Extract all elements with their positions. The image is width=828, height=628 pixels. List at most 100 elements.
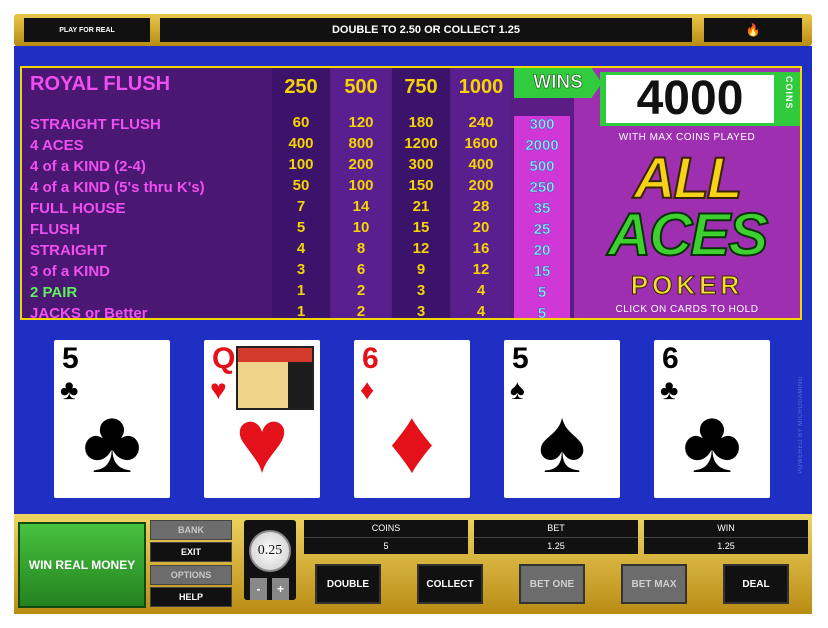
- coin-value-chip[interactable]: 0.25: [249, 530, 291, 572]
- wins-display: 4000 COINS: [600, 72, 800, 126]
- logo-poker: POKER: [630, 270, 744, 301]
- options-button[interactable]: OPTIONS: [150, 565, 232, 585]
- max-coins-label: WITH MAX COINS PLAYED: [618, 132, 756, 143]
- win-value: 15: [533, 263, 551, 280]
- payout-value: 50: [292, 177, 310, 194]
- card-rank: 6: [662, 342, 679, 375]
- card-rank: 5: [62, 342, 79, 375]
- card-rank: Q: [212, 342, 236, 375]
- payout-value: 4: [296, 240, 306, 257]
- bet-max-button[interactable]: BET MAX: [621, 564, 687, 604]
- win-value: 35: [533, 200, 551, 217]
- payout-value: 8: [356, 240, 366, 257]
- payout-value: 100: [288, 156, 314, 173]
- bank-button[interactable]: BANK: [150, 520, 232, 540]
- payout-value: 10: [352, 219, 370, 236]
- playing-card[interactable]: 5 ♣ ♣: [54, 340, 170, 498]
- bet-one-button[interactable]: BET ONE: [519, 564, 585, 604]
- exit-button[interactable]: EXIT: [150, 542, 232, 562]
- payout-value: 2: [356, 282, 366, 299]
- hand-name: 4 of a KIND (5's thru K's): [30, 179, 205, 196]
- payout-value: 28: [472, 198, 490, 215]
- win-value: 1.25: [644, 537, 808, 555]
- double-button[interactable]: DOUBLE: [315, 564, 381, 604]
- game-message: DOUBLE TO 2.50 OR COLLECT 1.25: [160, 18, 692, 42]
- paytable-hand-names: ROYAL FLUSH STRAIGHT FLUSH 4 ACES 4 of a KI…: [22, 68, 272, 318]
- coins-meter: COINS 5: [304, 520, 468, 554]
- payout-value: 200: [348, 156, 374, 173]
- flame-icon[interactable]: 🔥: [704, 18, 802, 42]
- payout-value: 2: [356, 303, 366, 320]
- hand-name: FLUSH: [30, 221, 80, 238]
- hand-name: 3 of a KIND: [30, 263, 111, 280]
- payout-value: 60: [292, 114, 310, 131]
- payout-value: 1: [296, 282, 306, 299]
- payout-value: 1600: [464, 135, 498, 152]
- coin-increase-button[interactable]: +: [272, 578, 289, 600]
- payout-value: 15: [412, 219, 430, 236]
- hand-name: ROYAL FLUSH: [30, 73, 171, 95]
- win-value: 250: [529, 179, 555, 196]
- win-value: 5: [537, 305, 547, 320]
- play-for-real-button[interactable]: PLAY FOR REAL: [24, 18, 150, 42]
- card-suit-large: ♥: [235, 392, 289, 492]
- payout-value: 750: [404, 76, 438, 98]
- playing-card[interactable]: 6 ♦ ♦: [354, 340, 470, 498]
- payout-value: 14: [352, 198, 370, 215]
- payout-value: 7: [296, 198, 306, 215]
- payout-value: 200: [468, 177, 494, 194]
- win-label: WIN: [717, 523, 735, 533]
- credit-text: POWERED BY MICROGAMING: [798, 376, 804, 474]
- payout-value: 20: [472, 219, 490, 236]
- game-field: ROYAL FLUSH STRAIGHT FLUSH 4 ACES 4 of a KI…: [14, 46, 812, 514]
- playing-card[interactable]: 6 ♣ ♣: [654, 340, 770, 498]
- card-suit-large: ♠: [538, 392, 586, 492]
- win-value: 500: [529, 158, 555, 175]
- payout-value: 1000: [458, 76, 504, 98]
- payout-value: 180: [408, 114, 434, 131]
- payout-value: 100: [348, 177, 374, 194]
- payout-value: 5: [296, 219, 306, 236]
- hand-name: STRAIGHT FLUSH: [30, 116, 161, 133]
- collect-button[interactable]: COLLECT: [417, 564, 483, 604]
- playing-card[interactable]: 5 ♠ ♠: [504, 340, 620, 498]
- payout-value: 300: [408, 156, 434, 173]
- deal-button[interactable]: DEAL: [723, 564, 789, 604]
- card-suit-large: ♣: [82, 392, 142, 492]
- payout-value: 800: [348, 135, 374, 152]
- control-panel: WIN REAL MONEY BANK EXIT OPTIONS HELP 0.…: [14, 514, 812, 614]
- card-rank: 5: [512, 342, 529, 375]
- payout-value: 400: [288, 135, 314, 152]
- coin-selector: 0.25 - +: [244, 520, 296, 600]
- coins-label: COINS: [371, 523, 401, 533]
- payout-value: 16: [472, 240, 490, 257]
- card-rank: 6: [362, 342, 379, 375]
- payout-value: 4: [476, 303, 486, 320]
- win-real-money-button[interactable]: WIN REAL MONEY: [18, 522, 146, 608]
- coin-decrease-button[interactable]: -: [250, 578, 267, 600]
- help-button[interactable]: HELP: [150, 587, 232, 607]
- paytable: ROYAL FLUSH STRAIGHT FLUSH 4 ACES 4 of a KI…: [20, 66, 802, 320]
- payout-value: 120: [348, 114, 374, 131]
- payout-value: 3: [416, 303, 426, 320]
- top-bar: PLAY FOR REAL DOUBLE TO 2.50 OR COLLECT …: [14, 14, 812, 46]
- payout-value: 1: [296, 303, 306, 320]
- hand-name: 4 ACES: [30, 137, 84, 154]
- bet-label: BET: [547, 523, 565, 533]
- win-value: 20: [533, 242, 551, 259]
- hold-hint: CLICK ON CARDS TO HOLD: [615, 304, 759, 315]
- payout-value: 12: [412, 240, 430, 257]
- coins-unit-label: COINS: [784, 76, 794, 110]
- playing-card[interactable]: Q ♥ ♥: [204, 340, 320, 498]
- payout-value: 150: [408, 177, 434, 194]
- payout-value: 3: [416, 282, 426, 299]
- bet-value: 1.25: [474, 537, 638, 555]
- payout-value: 400: [468, 156, 494, 173]
- win-meter: WIN 1.25: [644, 520, 808, 554]
- current-win-column: 300 2000 500 250 35 25 20 15 5 5: [514, 116, 570, 318]
- wins-label: WINS: [514, 68, 602, 98]
- wins-amount: 4000: [606, 75, 774, 123]
- payout-value: 4: [476, 282, 486, 299]
- win-value: 300: [529, 116, 555, 133]
- coins-value: 5: [304, 537, 468, 555]
